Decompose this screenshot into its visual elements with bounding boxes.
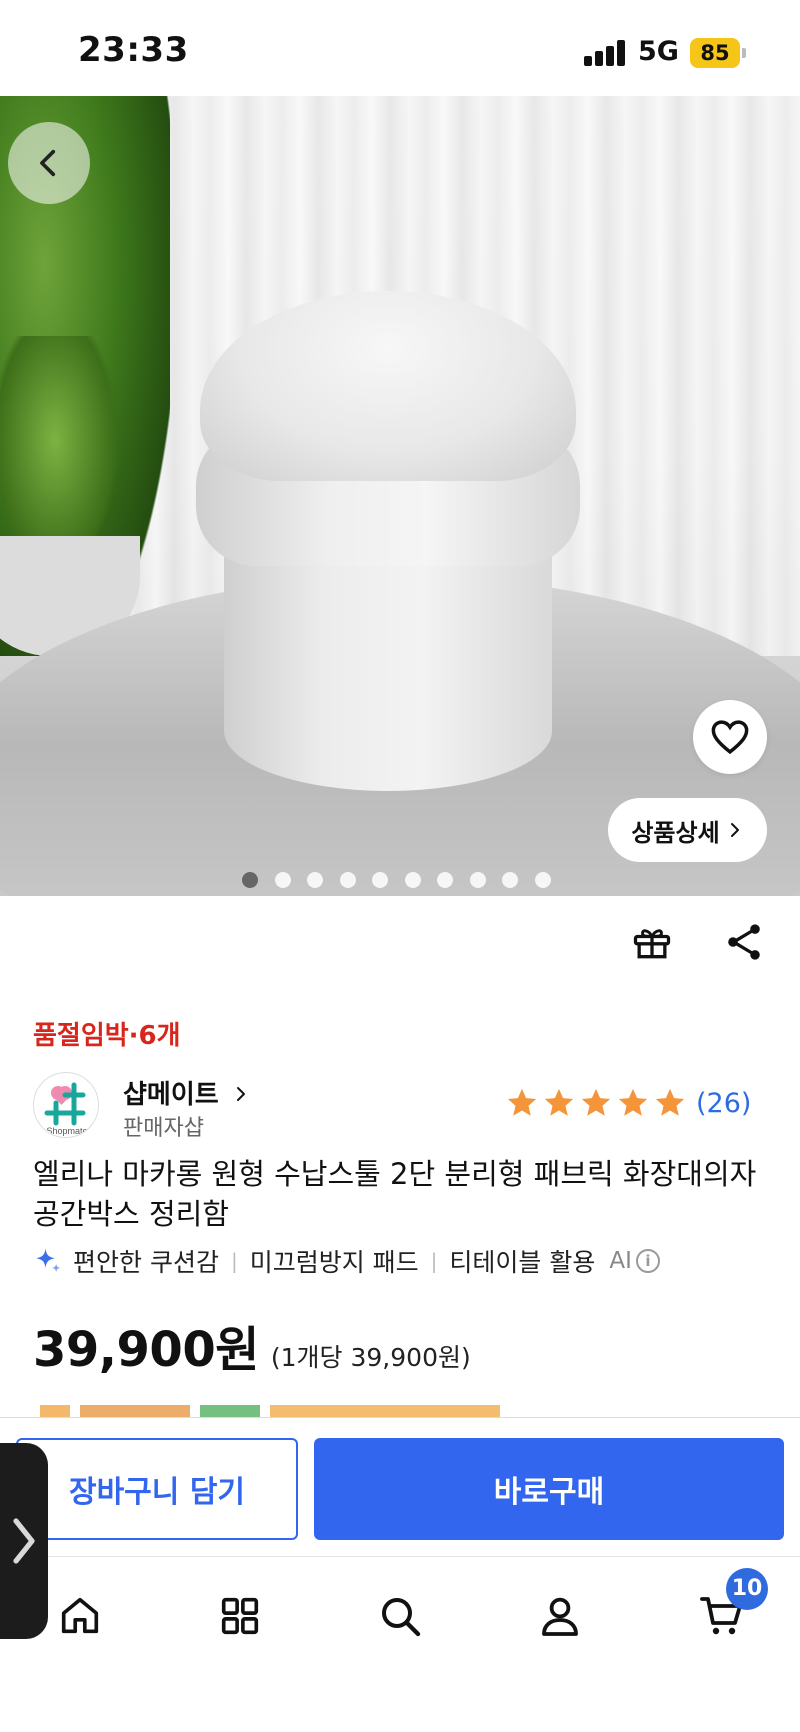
seller-name-label: 샵메이트 bbox=[123, 1080, 219, 1110]
side-panel-handle[interactable] bbox=[0, 1443, 48, 1639]
share-button[interactable] bbox=[722, 920, 766, 968]
nav-category[interactable] bbox=[210, 1586, 270, 1646]
ai-tag: 미끄럼방지 패드 bbox=[249, 1248, 419, 1277]
grid-icon bbox=[221, 1597, 259, 1635]
pagination-dot[interactable] bbox=[307, 872, 323, 888]
star-icon bbox=[618, 1088, 648, 1116]
ai-label: AI bbox=[609, 1248, 632, 1274]
product-actions bbox=[630, 920, 770, 976]
pagination-dot[interactable] bbox=[372, 872, 388, 888]
seller-logo[interactable]: Shopmate bbox=[33, 1072, 99, 1138]
nav-search[interactable] bbox=[370, 1586, 430, 1646]
cart-count-badge: 10 bbox=[726, 1568, 768, 1610]
pagination-dot[interactable] bbox=[274, 872, 291, 888]
status-time: 23:33 bbox=[78, 30, 189, 70]
gift-icon bbox=[633, 929, 671, 959]
sparkle-icon bbox=[36, 1248, 61, 1273]
unit-price: (1개당 39,900원) bbox=[270, 1343, 471, 1372]
seller-name[interactable]: 샵메이트 bbox=[123, 1074, 250, 1111]
divider bbox=[0, 1556, 800, 1557]
bottom-bar: 장바구니 담기 바로구매 10 bbox=[0, 1417, 800, 1732]
product-title: 엘리나 마카롱 원형 수납스툴 2단 분리형 패브릭 화장대의자 공간박스 정리… bbox=[33, 1157, 757, 1231]
star-icon bbox=[655, 1088, 685, 1116]
seller-info[interactable]: Shopmate 샵메이트 판매자샵 (26) bbox=[33, 1072, 773, 1142]
add-to-cart-button[interactable]: 장바구니 담기 bbox=[16, 1438, 298, 1540]
review-count[interactable]: (26) bbox=[696, 1088, 751, 1119]
product-detail-button[interactable]: 상품상세 bbox=[608, 798, 767, 862]
stock-warning: 품절임박·6개 bbox=[33, 1021, 181, 1051]
price: 39,900원 bbox=[33, 1322, 259, 1378]
ai-tag: 티테이블 활용 bbox=[449, 1248, 596, 1277]
gift-button[interactable] bbox=[630, 920, 674, 968]
home-icon bbox=[61, 1597, 99, 1634]
pagination-dot[interactable] bbox=[534, 872, 551, 888]
battery-level: 85 bbox=[690, 38, 740, 68]
ai-summary-tags: 편안한 쿠션감 | 미끄럼방지 패드 | 티테이블 활용 AI i bbox=[33, 1244, 660, 1278]
pagination-dot[interactable] bbox=[339, 872, 356, 888]
star-icon bbox=[507, 1088, 537, 1116]
battery-icon: 85 bbox=[690, 38, 746, 68]
shopmate-logo: Shopmate bbox=[44, 1082, 88, 1136]
back-button[interactable] bbox=[8, 122, 90, 204]
bottom-nav bbox=[0, 1586, 800, 1666]
delivery-info-peek bbox=[40, 1405, 500, 1417]
product-detail-label: 상품상세 bbox=[631, 818, 720, 847]
chevron-left-icon bbox=[40, 149, 56, 177]
chevron-right-icon bbox=[730, 823, 739, 837]
nav-my-page[interactable] bbox=[530, 1586, 590, 1646]
pagination-dot[interactable] bbox=[469, 872, 486, 888]
network-type: 5G bbox=[638, 36, 679, 67]
image-pagination[interactable] bbox=[242, 872, 551, 888]
price-row: 39,900원 (1개당 39,900원) bbox=[33, 1310, 471, 1380]
pagination-dot[interactable] bbox=[437, 872, 453, 888]
search-icon bbox=[382, 1598, 421, 1637]
signal-icon bbox=[584, 40, 628, 66]
chevron-right-icon bbox=[236, 1087, 245, 1101]
rating[interactable]: (26) bbox=[505, 1086, 751, 1120]
status-bar: 23:33 5G 85 bbox=[0, 0, 800, 96]
share-icon bbox=[728, 924, 760, 960]
star-icon bbox=[581, 1088, 611, 1116]
tag-divider: | bbox=[430, 1249, 438, 1273]
pagination-dot[interactable] bbox=[404, 872, 421, 888]
buy-now-button[interactable]: 바로구매 bbox=[314, 1438, 784, 1540]
tag-divider: | bbox=[230, 1249, 238, 1273]
favorite-button[interactable] bbox=[693, 700, 767, 774]
ai-tag: 편안한 쿠션감 bbox=[73, 1248, 219, 1277]
product-image[interactable] bbox=[0, 96, 800, 896]
star-icon bbox=[544, 1088, 574, 1116]
pagination-dot[interactable] bbox=[502, 872, 518, 888]
seller-logo-text: Shopmate bbox=[46, 1126, 87, 1136]
chevron-right-icon bbox=[13, 1518, 35, 1564]
pagination-dot[interactable] bbox=[242, 872, 258, 888]
heart-icon bbox=[711, 720, 749, 755]
user-icon bbox=[542, 1597, 578, 1636]
info-icon[interactable]: i bbox=[635, 1249, 660, 1273]
seller-subtitle: 판매자샵 bbox=[123, 1116, 204, 1141]
nav-home[interactable] bbox=[50, 1586, 110, 1646]
